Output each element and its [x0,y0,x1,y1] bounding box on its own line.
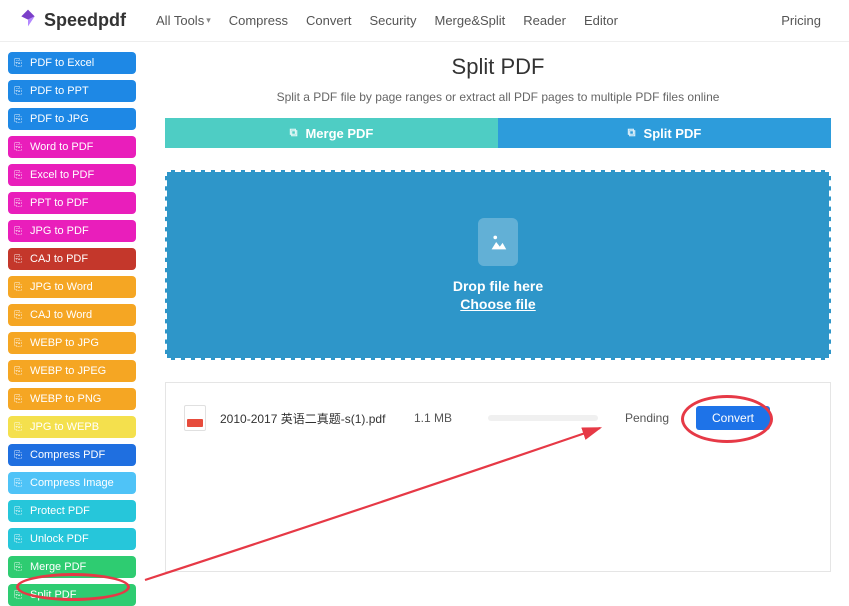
sidebar-item-compress-image[interactable]: ⎘Compress Image [8,472,136,494]
tool-icon: ⎘ [14,226,30,237]
sidebar-item-jpg-to-word[interactable]: ⎘JPG to Word [8,276,136,298]
brand-text: Speedpdf [44,10,126,31]
logo[interactable]: Speedpdf [18,8,126,34]
sidebar-item-split-pdf[interactable]: ⎘Split PDF [8,584,136,606]
nav-pricing[interactable]: Pricing [781,13,821,28]
chevron-down-icon: ▾ [206,15,211,26]
main: Split PDF Split a PDF file by page range… [165,42,831,572]
tool-icon: ⎘ [14,198,30,209]
tool-icon: ⎘ [14,338,30,349]
page-description: Split a PDF file by page ranges or extra… [165,90,831,104]
pdf-file-icon [184,405,206,431]
page-title: Split PDF [165,54,831,80]
sidebar: ⎘PDF to Excel⎘PDF to PPT⎘PDF to JPG⎘Word… [8,52,136,606]
sidebar-item-label: PDF to Excel [30,57,94,69]
logo-icon [18,8,38,34]
sidebar-item-merge-pdf[interactable]: ⎘Merge PDF [8,556,136,578]
sidebar-item-label: Split PDF [30,589,76,601]
sidebar-item-label: Unlock PDF [30,533,89,545]
nav-compress[interactable]: Compress [229,13,288,28]
tab-merge-pdf[interactable]: ⧉ Merge PDF [165,118,498,148]
sidebar-item-label: PDF to PPT [30,85,89,97]
drop-zone[interactable]: Drop file here Choose file [165,170,831,360]
tool-icon: ⎘ [14,282,30,293]
sidebar-item-caj-to-word[interactable]: ⎘CAJ to Word [8,304,136,326]
tool-icon: ⎘ [14,590,30,601]
tool-icon: ⎘ [14,86,30,97]
tool-icon: ⎘ [14,58,30,69]
nav-convert[interactable]: Convert [306,13,352,28]
tool-icon: ⎘ [14,366,30,377]
header: Speedpdf All Tools▾ Compress Convert Sec… [0,0,849,42]
sidebar-item-protect-pdf[interactable]: ⎘Protect PDF [8,500,136,522]
nav-all-tools[interactable]: All Tools▾ [156,13,211,28]
sidebar-item-caj-to-pdf[interactable]: ⎘CAJ to PDF [8,248,136,270]
tool-icon: ⎘ [14,170,30,181]
nav-security[interactable]: Security [370,13,417,28]
sidebar-item-jpg-to-pdf[interactable]: ⎘JPG to PDF [8,220,136,242]
tool-icon: ⎘ [14,478,30,489]
sidebar-item-excel-to-pdf[interactable]: ⎘Excel to PDF [8,164,136,186]
sidebar-item-webp-to-jpg[interactable]: ⎘WEBP to JPG [8,332,136,354]
tool-icon: ⎘ [14,142,30,153]
sidebar-item-label: Merge PDF [30,561,86,573]
file-row: 2010-2017 英语二真题-s(1).pdf 1.1 MB Pending … [184,405,812,431]
nav: All Tools▾ Compress Convert Security Mer… [156,13,781,28]
progress-bar [488,415,598,421]
sidebar-item-label: WEBP to JPG [30,337,99,349]
tab-merge-label: Merge PDF [305,126,373,141]
sidebar-item-compress-pdf[interactable]: ⎘Compress PDF [8,444,136,466]
file-size: 1.1 MB [414,411,474,425]
sidebar-item-label: Excel to PDF [30,169,94,181]
drop-text: Drop file here [453,278,543,294]
tool-icon: ⎘ [14,422,30,433]
sidebar-item-label: Protect PDF [30,505,90,517]
tool-icon: ⎘ [14,562,30,573]
sidebar-item-label: JPG to PDF [30,225,89,237]
sidebar-item-word-to-pdf[interactable]: ⎘Word to PDF [8,136,136,158]
sidebar-item-label: Compress PDF [30,449,105,461]
sidebar-item-label: CAJ to Word [30,309,92,321]
tool-icon: ⎘ [14,394,30,405]
tab-split-label: Split PDF [644,126,702,141]
sidebar-item-ppt-to-pdf[interactable]: ⎘PPT to PDF [8,192,136,214]
file-upload-icon [478,218,518,266]
sidebar-item-label: JPG to Word [30,281,93,293]
sidebar-item-label: WEBP to JPEG [30,365,106,377]
split-icon: ⧉ [628,127,636,140]
tool-icon: ⎘ [14,450,30,461]
sidebar-item-pdf-to-excel[interactable]: ⎘PDF to Excel [8,52,136,74]
nav-merge-split[interactable]: Merge&Split [434,13,505,28]
sidebar-item-jpg-to-wepb[interactable]: ⎘JPG to WEPB [8,416,136,438]
tool-icon: ⎘ [14,534,30,545]
nav-editor[interactable]: Editor [584,13,618,28]
sidebar-item-label: Compress Image [30,477,114,489]
sidebar-item-label: PPT to PDF [30,197,88,209]
sidebar-item-label: JPG to WEPB [30,421,99,433]
tool-icon: ⎘ [14,506,30,517]
convert-button[interactable]: Convert [696,406,770,430]
sidebar-item-webp-to-png[interactable]: ⎘WEBP to PNG [8,388,136,410]
sidebar-item-label: Word to PDF [30,141,93,153]
sidebar-item-webp-to-jpeg[interactable]: ⎘WEBP to JPEG [8,360,136,382]
tabs: ⧉ Merge PDF ⧉ Split PDF [165,118,831,148]
tool-icon: ⎘ [14,114,30,125]
sidebar-item-pdf-to-jpg[interactable]: ⎘PDF to JPG [8,108,136,130]
merge-icon: ⧉ [290,127,298,140]
tool-icon: ⎘ [14,254,30,265]
tab-split-pdf[interactable]: ⧉ Split PDF [498,118,831,148]
choose-file-link[interactable]: Choose file [460,296,535,312]
file-name: 2010-2017 英语二真题-s(1).pdf [220,410,400,427]
sidebar-item-label: WEBP to PNG [30,393,101,405]
file-panel: 2010-2017 英语二真题-s(1).pdf 1.1 MB Pending … [165,382,831,572]
sidebar-item-unlock-pdf[interactable]: ⎘Unlock PDF [8,528,136,550]
file-status: Pending [612,411,682,425]
sidebar-item-label: CAJ to PDF [30,253,88,265]
tool-icon: ⎘ [14,310,30,321]
nav-reader[interactable]: Reader [523,13,566,28]
sidebar-item-label: PDF to JPG [30,113,89,125]
sidebar-item-pdf-to-ppt[interactable]: ⎘PDF to PPT [8,80,136,102]
